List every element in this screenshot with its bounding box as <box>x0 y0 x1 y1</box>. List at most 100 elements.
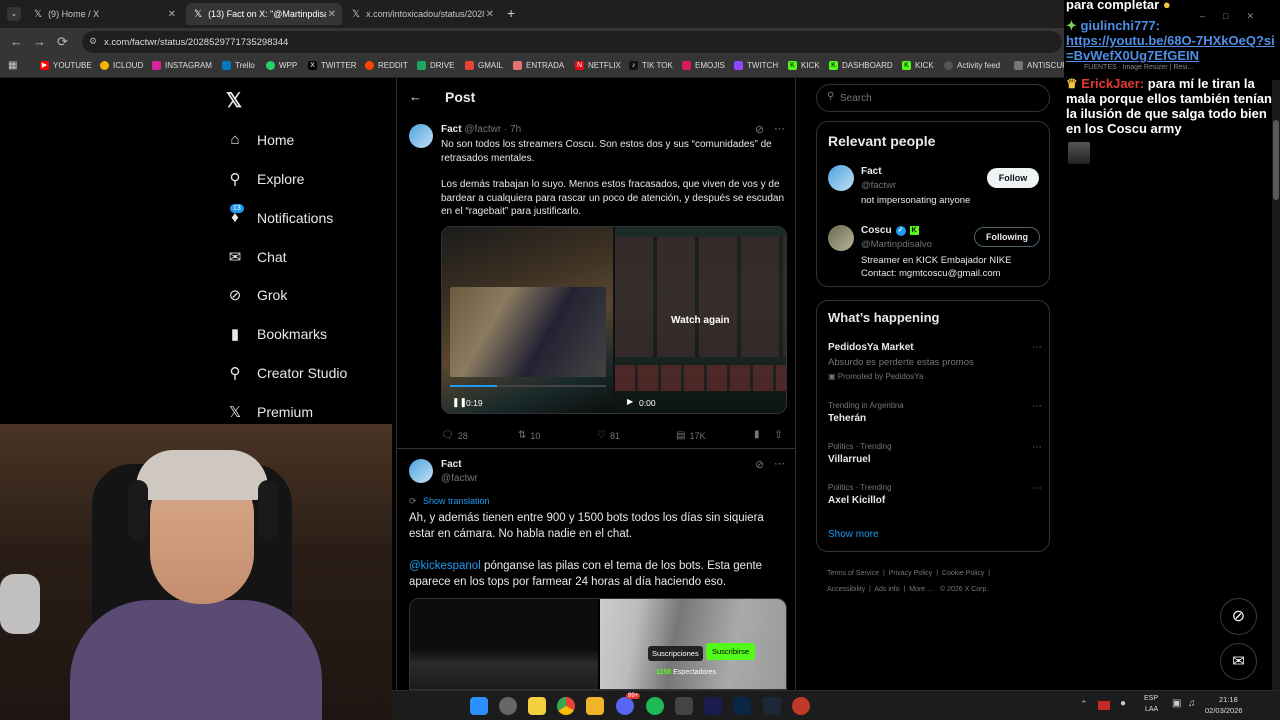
chat-username[interactable]: ErickJaer: <box>1081 76 1144 91</box>
trend-item[interactable]: PedidosYa Market Absurdo es perderte est… <box>828 342 1042 384</box>
address-bar[interactable]: ⚙ x.com/factwr/status/202852977173529834… <box>82 31 1062 53</box>
tray-chevron-icon[interactable]: ⌃ <box>1080 699 1088 710</box>
more-icon[interactable]: ⋯ <box>1032 401 1042 412</box>
more-icon[interactable]: ⋯ <box>774 457 785 470</box>
bookmark-entrada[interactable]: ENTRADA <box>513 61 564 70</box>
back-arrow-icon[interactable]: ← <box>409 89 422 104</box>
author-name[interactable]: Fact <box>441 124 462 135</box>
video-progress-bar[interactable] <box>450 385 606 387</box>
like-button[interactable]: ♡ 81 <box>597 430 620 441</box>
new-tab-button[interactable]: + <box>507 5 515 21</box>
app-icon[interactable] <box>675 697 693 715</box>
watch-again-button[interactable]: Watch again <box>671 315 730 326</box>
more-icon[interactable]: ⋯ <box>774 122 785 135</box>
avatar[interactable] <box>409 124 433 148</box>
avatar[interactable] <box>828 225 854 251</box>
trend-item[interactable]: Trending in Argentina Teherán ⋯ <box>828 401 1042 431</box>
more-icon[interactable]: ⋯ <box>1032 483 1042 494</box>
image-1[interactable] <box>410 599 598 689</box>
footer-link[interactable]: More … <box>909 586 934 593</box>
grok-fab[interactable]: ⊘ <box>1220 598 1257 635</box>
app-icon[interactable] <box>792 697 810 715</box>
tab-list-dropdown-icon[interactable]: ⌄ <box>7 7 21 21</box>
author-name[interactable]: Fact <box>441 459 462 470</box>
bookmark-youtube[interactable]: ▶ YOUTUBE <box>40 61 92 70</box>
network-icon[interactable]: ▣ <box>1172 698 1181 709</box>
image-2[interactable]: Suscripciones Suscribirse 1158 Espectado… <box>600 599 786 689</box>
person-handle[interactable]: @factwr <box>861 180 896 191</box>
author-handle[interactable]: @factwr <box>441 473 478 484</box>
video-player-1[interactable]: ❚❚ 0:19 <box>442 227 613 413</box>
scrollbar[interactable] <box>1272 80 1280 690</box>
back-icon[interactable]: ← <box>10 34 23 49</box>
volume-icon[interactable]: ♫ <box>1188 698 1196 709</box>
bookmark-netflix[interactable]: N NETFLIX <box>575 61 621 70</box>
browser-tab-home[interactable]: 𝕏 (9) Home / X ✕ <box>26 3 182 25</box>
avatar[interactable] <box>828 165 854 191</box>
nav-premium[interactable]: 𝕏 Premium <box>226 403 313 421</box>
nav-chat[interactable]: ✉ Chat <box>226 248 287 266</box>
close-icon[interactable]: ✕ <box>168 9 176 20</box>
footer-link[interactable]: Accessibility <box>827 586 865 593</box>
search-input[interactable]: ⚲ Search <box>816 84 1050 112</box>
apps-grid-icon[interactable]: ▦ <box>8 60 17 71</box>
avatar[interactable] <box>409 459 433 483</box>
file-explorer-icon[interactable] <box>586 697 604 715</box>
video-player-2[interactable]: Watch again ▶ 0:00 <box>615 227 786 413</box>
reply-button[interactable]: 🗨 28 <box>441 430 468 441</box>
show-more-link[interactable]: Show more <box>828 529 879 540</box>
photoshop-icon[interactable] <box>733 697 751 715</box>
show-translation-link[interactable]: Show translation <box>423 496 490 506</box>
more-icon[interactable]: ⋯ <box>1032 342 1042 353</box>
subscribe-button[interactable]: Suscribirse <box>706 643 756 660</box>
windows-start-icon[interactable] <box>470 697 488 715</box>
bookmark-gmail[interactable]: GMAIL <box>465 61 503 70</box>
messages-fab[interactable]: ✉ <box>1220 643 1257 680</box>
discord-icon[interactable] <box>616 697 634 715</box>
scrollbar-thumb[interactable] <box>1273 120 1279 200</box>
bookmark-trello[interactable]: Trello <box>222 61 255 70</box>
nav-creator-studio[interactable]: ⚲ Creator Studio <box>226 364 348 382</box>
microphone-icon[interactable]: ● <box>1120 698 1126 709</box>
nav-explore[interactable]: ⚲ Explore <box>226 170 305 188</box>
bookmark-drive[interactable]: DRIVE <box>417 61 454 70</box>
more-icon[interactable]: ⋯ <box>1032 442 1042 453</box>
mention-link[interactable]: @kickespanol <box>409 560 481 572</box>
lang-layout[interactable]: LAA <box>1145 706 1158 713</box>
person-name[interactable]: Coscu <box>861 225 892 236</box>
grok-icon[interactable]: ⊘ <box>755 123 764 136</box>
bookmark-wpp[interactable]: WPP <box>266 61 297 70</box>
x-logo-icon[interactable]: 𝕏 <box>226 88 242 113</box>
following-button[interactable]: Following <box>974 227 1040 247</box>
bookmark-emojis[interactable]: EMOJIS <box>682 61 725 70</box>
app-icon[interactable] <box>499 697 517 715</box>
clock-date[interactable]: 02/03/2026 <box>1205 706 1243 715</box>
bookmark-icloud[interactable]: ICLOUD <box>100 61 143 70</box>
browser-tab-post[interactable]: 𝕏 (13) Fact on X: "@Martinpdisal… ✕ <box>186 3 342 25</box>
chat-username[interactable]: giulinchi777: <box>1081 18 1160 33</box>
subscriptions-button[interactable]: Suscripciones <box>648 646 703 661</box>
close-icon[interactable]: ✕ <box>486 9 494 20</box>
person-name[interactable]: Fact <box>861 166 882 177</box>
footer-link[interactable]: Terms of Service <box>827 570 879 577</box>
trend-item[interactable]: Politics · Trending Villarruel ⋯ <box>828 442 1042 472</box>
sticky-notes-icon[interactable] <box>528 697 546 715</box>
grok-icon[interactable]: ⊘ <box>755 458 764 471</box>
site-info-icon[interactable]: ⚙ <box>89 36 97 47</box>
footer-link[interactable]: Privacy Policy <box>889 570 933 577</box>
person-handle[interactable]: @Martinpdisalvo <box>861 239 932 250</box>
author-handle[interactable]: @factwr <box>464 124 501 135</box>
nav-home[interactable]: ⌂ Home <box>226 131 294 148</box>
steam-icon[interactable] <box>763 697 781 715</box>
views-button[interactable]: ▤ 17K <box>676 430 705 441</box>
reload-icon[interactable]: ⟳ <box>57 34 68 50</box>
clock-time[interactable]: 21:18 <box>1219 695 1238 704</box>
bookmark-activity-feed[interactable]: Activity feed <box>944 61 1000 70</box>
bookmark-tiktok[interactable]: ♪ TIK TOK <box>629 61 673 70</box>
lang-code[interactable]: ESP <box>1144 695 1158 702</box>
chrome-icon[interactable] <box>557 697 575 715</box>
bookmark-twitter[interactable]: X TWITTER <box>308 61 357 70</box>
chat-link[interactable]: https://youtu.be/68O-7HXkOeQ?si=BvWefX0U… <box>1066 33 1276 63</box>
trend-item[interactable]: Politics · Trending Axel Kicillof ⋯ <box>828 483 1042 513</box>
play-icon[interactable]: ▶ <box>627 397 633 406</box>
